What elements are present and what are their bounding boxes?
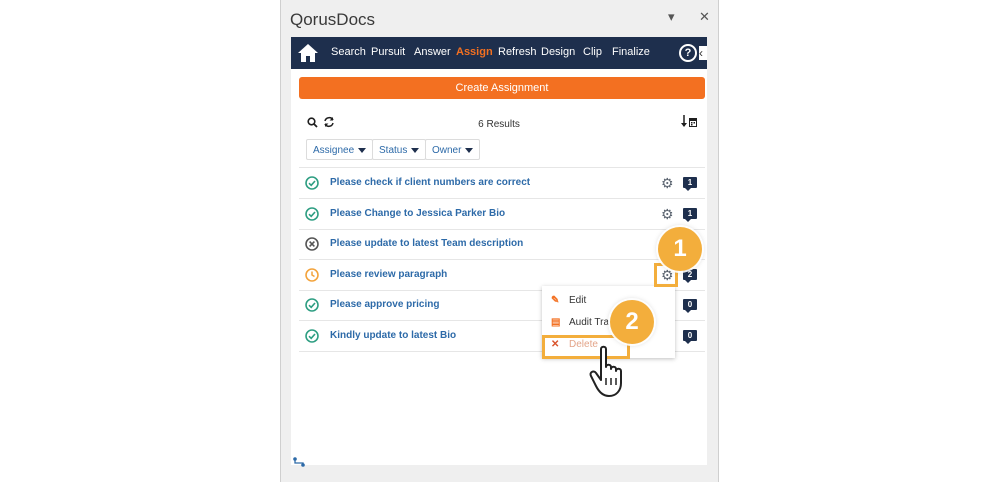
nav-assign[interactable]: Assign <box>456 46 493 58</box>
check-circle-icon <box>305 207 319 221</box>
filter-assignee-label: Assignee <box>313 145 355 156</box>
qorusdocs-task-pane: QorusDocs ▾ ✕ Search Pursuit Answer Assi… <box>280 0 719 482</box>
assignment-title[interactable]: Please approve pricing <box>330 299 440 310</box>
nav-finalize[interactable]: Finalize <box>612 46 650 58</box>
assignment-title[interactable]: Please check if client numbers are corre… <box>330 177 530 188</box>
filter-status[interactable]: Status <box>372 139 427 160</box>
step-2-callout: 2 <box>610 300 654 344</box>
assignment-row[interactable]: Please update to latest Team description <box>299 229 705 259</box>
hand-pointer-icon <box>589 345 622 397</box>
nav-answer[interactable]: Answer <box>414 46 451 58</box>
nav-clip[interactable]: Clip <box>583 46 602 58</box>
pane-options-icon[interactable]: ▾ <box>668 9 675 25</box>
collapse-icon[interactable]: ‹ <box>699 46 707 60</box>
gear-icon[interactable]: ⚙ <box>661 175 674 192</box>
assignment-title[interactable]: Please update to latest Team description <box>330 238 523 249</box>
menu-item-audit-trail[interactable]: ▤ Audit Tra <box>551 317 609 328</box>
step-1-callout: 1 <box>658 227 702 271</box>
clock-icon <box>305 268 319 282</box>
menu-item-label: Audit Tra <box>569 317 610 328</box>
nav-pursuit[interactable]: Pursuit <box>371 46 405 58</box>
filter-status-label: Status <box>379 145 408 156</box>
comment-count-badge[interactable]: 1 <box>683 177 697 191</box>
assignment-row[interactable]: Please Change to Jessica Parker Bio ⚙ 1 <box>299 199 705 229</box>
pencil-icon: ✎ <box>551 295 560 306</box>
cancelled-circle-icon <box>305 237 319 251</box>
caret-down-icon <box>465 147 474 153</box>
connection-icon[interactable] <box>293 456 305 468</box>
create-assignment-button[interactable]: Create Assignment <box>299 77 705 99</box>
comment-count-badge[interactable]: 1 <box>683 208 697 222</box>
menu-item-edit[interactable]: ✎ Edit <box>551 295 586 306</box>
filter-owner[interactable]: Owner <box>425 139 481 160</box>
results-count: 6 Results <box>478 119 520 130</box>
comment-count-badge[interactable]: 0 <box>683 299 697 313</box>
document-icon: ▤ <box>551 317 561 328</box>
assignment-row[interactable]: Please check if client numbers are corre… <box>299 168 705 198</box>
check-circle-icon <box>305 176 319 190</box>
pane-title: QorusDocs <box>290 10 376 29</box>
check-circle-icon <box>305 329 319 343</box>
filter-assignee[interactable]: Assignee <box>306 139 374 160</box>
nav-search[interactable]: Search <box>331 46 366 58</box>
sort-by-date-icon[interactable] <box>681 115 697 128</box>
nav-design[interactable]: Design <box>541 46 575 58</box>
help-icon[interactable]: ? <box>679 44 697 62</box>
assignment-title[interactable]: Please review paragraph <box>330 269 447 280</box>
pane-content: Search Pursuit Answer Assign Refresh Des… <box>291 37 707 465</box>
gear-icon[interactable]: ⚙ <box>661 206 674 223</box>
comment-count-badge[interactable]: 0 <box>683 330 697 344</box>
nav-refresh[interactable]: Refresh <box>498 46 537 58</box>
assignment-title[interactable]: Kindly update to latest Bio <box>330 330 456 341</box>
caret-down-icon <box>358 147 367 153</box>
comment-count-badge[interactable]: 2 <box>683 269 697 283</box>
check-circle-icon <box>305 298 319 312</box>
top-nav: Search Pursuit Answer Assign Refresh Des… <box>291 37 707 69</box>
home-icon[interactable] <box>297 43 319 63</box>
menu-item-label: Edit <box>569 295 587 306</box>
assignment-title[interactable]: Please Change to Jessica Parker Bio <box>330 208 505 219</box>
caret-down-icon <box>411 147 420 153</box>
filter-owner-label: Owner <box>432 145 462 156</box>
pane-close-icon[interactable]: ✕ <box>699 9 710 25</box>
